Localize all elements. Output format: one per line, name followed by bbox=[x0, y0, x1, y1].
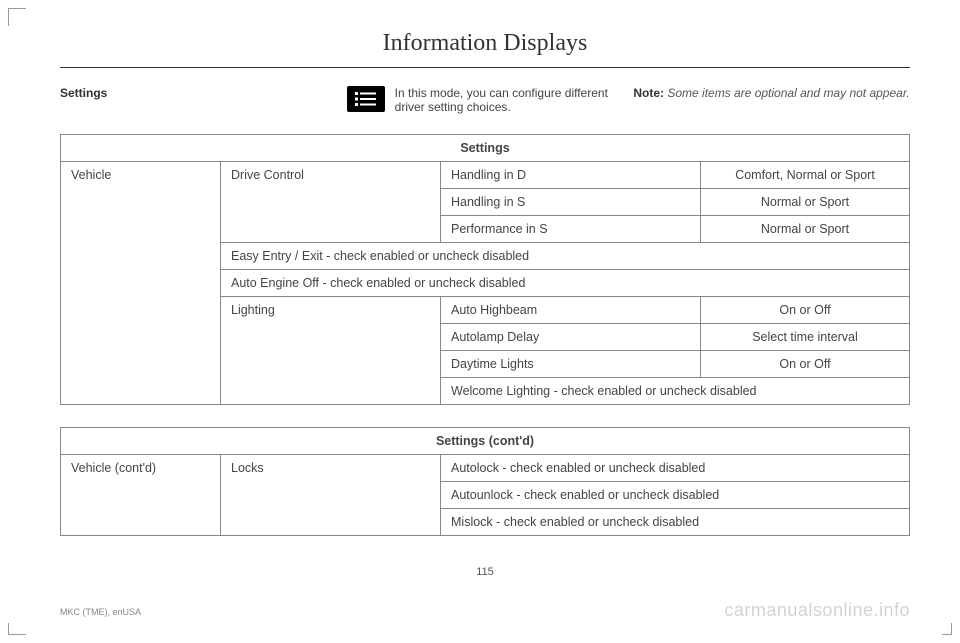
table1-g2-label: Lighting bbox=[221, 297, 441, 405]
crop-mark-br bbox=[942, 623, 952, 635]
table1-g1-r0-opt: Comfort, Normal or Sport bbox=[701, 162, 910, 189]
table1-g2-r0-item: Auto Highbeam bbox=[441, 297, 701, 324]
settings-subhead: Settings bbox=[60, 86, 107, 114]
table1-g1-r2-item: Performance in S bbox=[441, 216, 701, 243]
table1-g2-r2-opt: On or Off bbox=[701, 351, 910, 378]
table1-col1: Vehicle bbox=[61, 162, 221, 405]
intro-row: Settings In this mode, you can configure… bbox=[60, 86, 910, 114]
crop-mark-tl bbox=[8, 8, 26, 26]
table2-r2: Mislock - check enabled or uncheck disab… bbox=[441, 509, 910, 536]
table1-g1-r1-opt: Normal or Sport bbox=[701, 189, 910, 216]
table2-col1: Vehicle (cont'd) bbox=[61, 455, 221, 536]
settings-table-2: Settings (cont'd) Vehicle (cont'd) Locks… bbox=[60, 427, 910, 536]
table1-g2-r1-item: Autolamp Delay bbox=[441, 324, 701, 351]
settings-table-1: Settings Vehicle Drive Control Handling … bbox=[60, 134, 910, 405]
table1-g1-r2-opt: Normal or Sport bbox=[701, 216, 910, 243]
page-number: 115 bbox=[60, 566, 910, 578]
table1-g1-r1-item: Handling in S bbox=[441, 189, 701, 216]
table2-r0: Autolock - check enabled or uncheck disa… bbox=[441, 455, 910, 482]
intro-description: In this mode, you can configure differen… bbox=[395, 86, 624, 114]
title-rule bbox=[60, 67, 910, 68]
crop-mark-bl bbox=[8, 623, 26, 635]
table1-g2-r1-opt: Select time interval bbox=[701, 324, 910, 351]
table1-span-1: Auto Engine Off - check enabled or unche… bbox=[221, 270, 910, 297]
table1-g2-r0-opt: On or Off bbox=[701, 297, 910, 324]
table1-span-0: Easy Entry / Exit - check enabled or unc… bbox=[221, 243, 910, 270]
note-label: Note: bbox=[633, 86, 664, 100]
table2-caption: Settings (cont'd) bbox=[61, 428, 910, 455]
table1-g1-label: Drive Control bbox=[221, 162, 441, 243]
table1-g2-span: Welcome Lighting - check enabled or unch… bbox=[441, 378, 910, 405]
intro-col-2: In this mode, you can configure differen… bbox=[347, 86, 624, 114]
note-text: Some items are optional and may not appe… bbox=[664, 86, 910, 100]
table2-r1: Autounlock - check enabled or uncheck di… bbox=[441, 482, 910, 509]
table1-caption: Settings bbox=[61, 135, 910, 162]
intro-col-3: Note: Some items are optional and may no… bbox=[633, 86, 910, 114]
watermark: carmanualsonline.info bbox=[724, 600, 910, 621]
table1-g1-r0-item: Handling in D bbox=[441, 162, 701, 189]
footer-model-code: MKC (TME), enUSA bbox=[60, 607, 141, 617]
intro-col-1: Settings bbox=[60, 86, 337, 114]
page-title: Information Displays bbox=[60, 30, 910, 67]
table1-g2-r2-item: Daytime Lights bbox=[441, 351, 701, 378]
settings-list-icon bbox=[347, 86, 385, 112]
table2-g-label: Locks bbox=[221, 455, 441, 536]
